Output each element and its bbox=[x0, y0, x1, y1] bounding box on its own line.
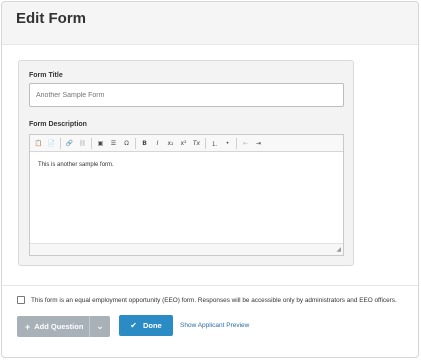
toolbar-separator bbox=[91, 137, 92, 149]
subscript-icon[interactable]: x₂ bbox=[165, 138, 176, 149]
image-icon[interactable]: ▣ bbox=[95, 138, 106, 149]
toolbar-separator bbox=[135, 137, 136, 149]
italic-icon[interactable]: I bbox=[152, 138, 163, 149]
rich-text-editor[interactable]: 📋 📄 🔗 ⛓ ▣ ☰ Ω B I x₂ x² Tx ⒈ • ⇤ ⇥ This … bbox=[29, 134, 344, 256]
eeo-checkbox[interactable] bbox=[17, 296, 25, 304]
bulleted-list-icon[interactable]: • bbox=[222, 138, 233, 149]
editor-toolbar: 📋 📄 🔗 ⛓ ▣ ☰ Ω B I x₂ x² Tx ⒈ • ⇤ ⇥ bbox=[30, 135, 343, 152]
horizontal-rule-icon[interactable]: ☰ bbox=[108, 138, 119, 149]
indent-icon[interactable]: ⇥ bbox=[253, 138, 264, 149]
editor-content[interactable]: This is another sample form. bbox=[30, 152, 343, 178]
toolbar-separator bbox=[205, 137, 206, 149]
form-description-label: Form Description bbox=[29, 121, 87, 128]
modal-header: Edit Form bbox=[2, 2, 418, 45]
add-question-label: Add Question bbox=[34, 322, 84, 331]
plus-icon: + bbox=[25, 321, 31, 332]
modal-title: Edit Form bbox=[16, 10, 86, 27]
link-icon[interactable]: 🔗 bbox=[64, 138, 75, 149]
special-char-icon[interactable]: Ω bbox=[121, 138, 132, 149]
paste-icon[interactable]: 📋 bbox=[33, 138, 44, 149]
superscript-icon[interactable]: x² bbox=[178, 138, 189, 149]
toolbar-separator bbox=[236, 137, 237, 149]
outdent-icon[interactable]: ⇤ bbox=[240, 138, 251, 149]
eeo-checkbox-row[interactable]: This form is an equal employment opportu… bbox=[17, 296, 397, 304]
bold-icon[interactable]: B bbox=[139, 138, 150, 149]
add-question-button[interactable]: + Add Question ⌄ bbox=[17, 316, 110, 337]
show-applicant-preview-link[interactable]: Show Applicant Preview bbox=[180, 322, 249, 329]
resize-handle-icon[interactable]: ◢ bbox=[336, 246, 341, 253]
done-button[interactable]: ✔ Done bbox=[119, 315, 173, 336]
form-title-input[interactable] bbox=[29, 83, 344, 107]
editor-footer: ◢ bbox=[30, 243, 343, 255]
form-title-label: Form Title bbox=[29, 72, 63, 79]
chevron-down-icon[interactable]: ⌄ bbox=[89, 316, 110, 337]
check-icon: ✔ bbox=[130, 321, 137, 330]
toolbar-separator bbox=[60, 137, 61, 149]
numbered-list-icon[interactable]: ⒈ bbox=[209, 138, 220, 149]
unlink-icon[interactable]: ⛓ bbox=[77, 138, 88, 149]
done-label: Done bbox=[142, 321, 162, 330]
remove-format-icon[interactable]: Tx bbox=[191, 138, 202, 149]
paste-text-icon[interactable]: 📄 bbox=[46, 138, 57, 149]
form-details-card: Form Title Form Description 📋 📄 🔗 ⛓ ▣ ☰ … bbox=[18, 60, 354, 266]
section-divider bbox=[2, 285, 418, 286]
eeo-label: This form is an equal employment opportu… bbox=[31, 296, 397, 304]
edit-form-modal: Edit Form Form Title Form Description 📋 … bbox=[1, 1, 419, 358]
